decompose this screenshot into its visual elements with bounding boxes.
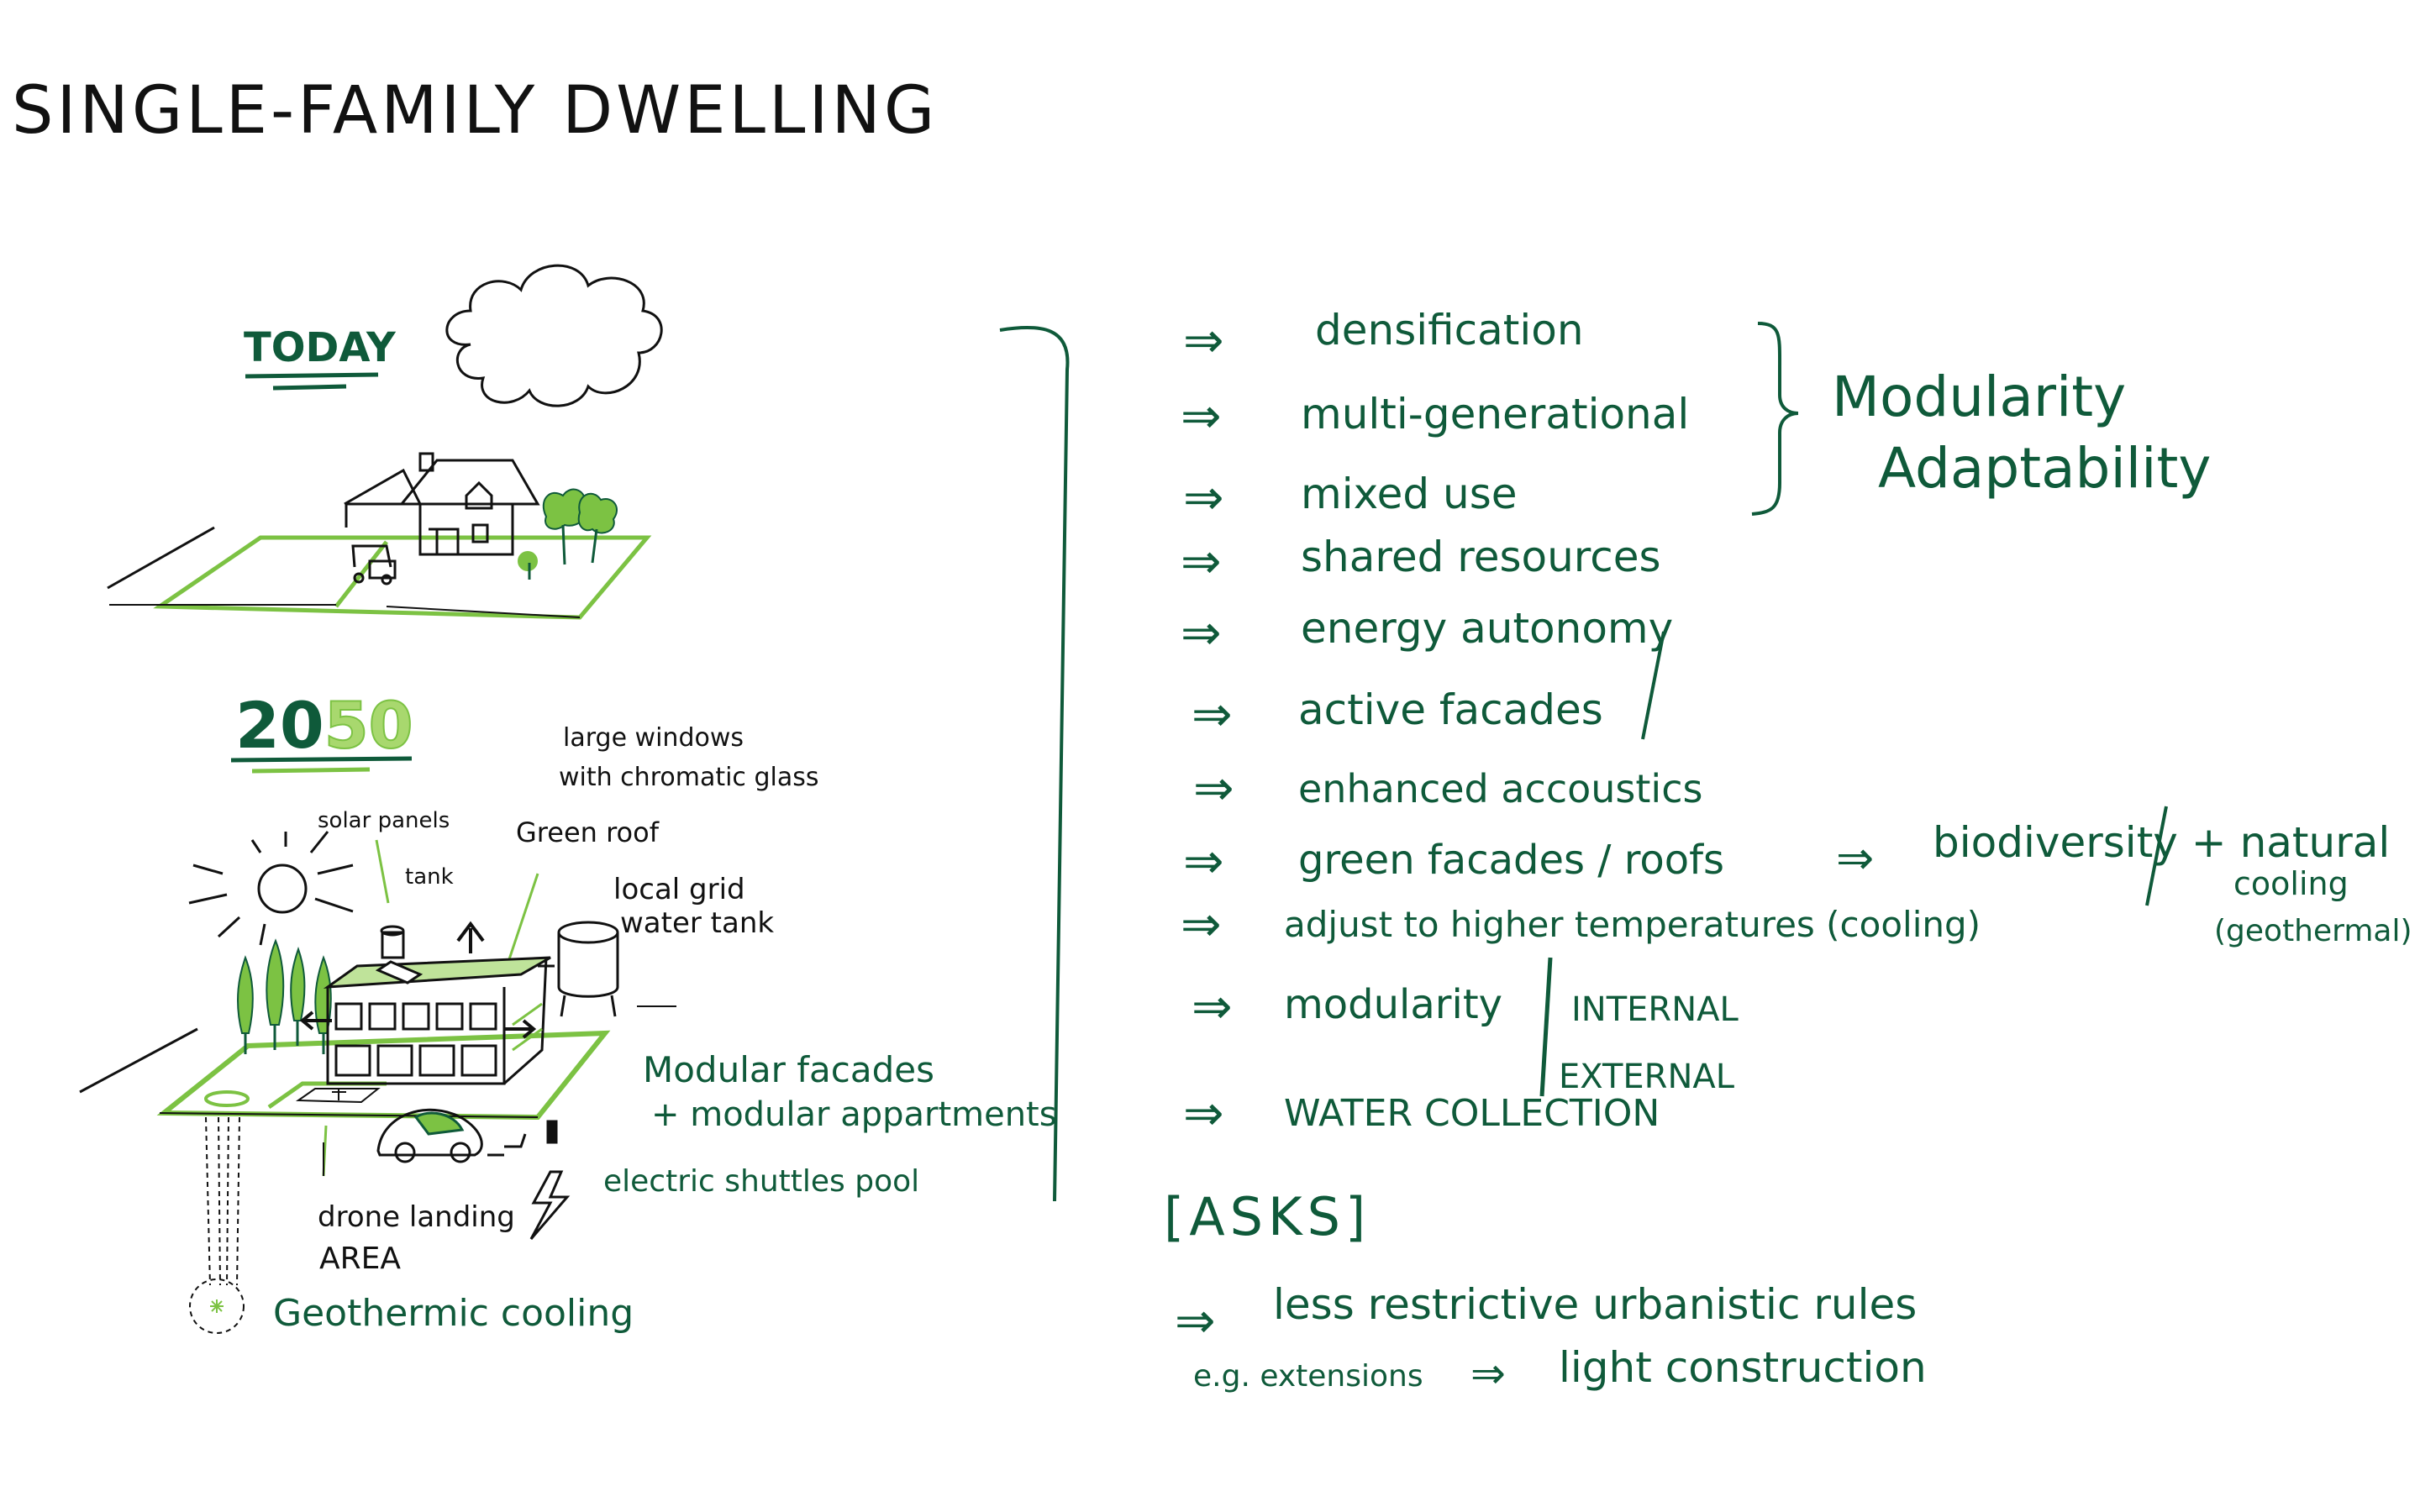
year-underline-1 [230, 756, 413, 763]
trend-item: ⇒ energy autonomy [1181, 604, 1673, 661]
label-modular-2: + modular appartments [651, 1095, 1057, 1134]
trend-arrow: ⇒ [1183, 832, 1224, 890]
trend-text: modularity [1284, 981, 1502, 1028]
trend-item: ⇒ active facades [1192, 685, 1603, 743]
page-title: SINGLE-FAMILY DWELLING [12, 73, 938, 149]
trend-text: energy autonomy [1301, 604, 1673, 653]
modularity-label: Modularity [1832, 365, 2126, 429]
trend-arrow: ⇒ [1181, 533, 1222, 590]
trend-arrow: ⇒ [1183, 469, 1224, 526]
today-section: TODAY [107, 264, 663, 620]
asks-arrow-1: ⇒ [1175, 1292, 1216, 1349]
label-modular-1: Modular facades [643, 1049, 934, 1090]
asks-item-1: less restrictive urbanistic rules [1273, 1280, 1917, 1329]
sketchnote-canvas: SINGLE-FAMILY DWELLING TODAY 2050 large … [12, 73, 2412, 1398]
cypress-trees-icon [237, 938, 332, 1054]
trend-text: green facades / roofs [1298, 837, 1724, 884]
asks-item-2-suffix: light construction [1559, 1343, 1927, 1392]
trend-item: ⇒ enhanced accoustics [1193, 759, 1702, 816]
trend-arrow: ⇒ [1193, 759, 1234, 816]
curly-brace [1751, 322, 1799, 516]
trend-item: ⇒ green facades / roofs [1183, 832, 1724, 890]
trend-arrow: ⇒ [1183, 1084, 1224, 1142]
year-part2: 50 [324, 688, 413, 763]
trend-item: ⇒ adjust to higher temperatures (cooling… [1181, 895, 1981, 953]
future-section: 2050 large windows with chromatic glass … [79, 687, 1057, 1335]
biodiversity-geothermal: (geothermal) [2214, 914, 2412, 948]
trend-arrow: ⇒ [1183, 312, 1224, 369]
drone-pad-icon [295, 1088, 381, 1176]
future-road-line [79, 1027, 198, 1094]
asks-arrow-2: ⇒ [1470, 1349, 1506, 1398]
trend-item: ⇒ multi-generational [1181, 387, 1689, 444]
label-drone-1: drone landing [318, 1200, 515, 1234]
asks-item-2-prefix: e.g. extensions [1193, 1359, 1423, 1394]
label-shuttles: electric shuttles pool [603, 1164, 919, 1199]
asks-label: [ASKS] [1164, 1186, 1370, 1247]
biodiversity-arrow: ⇒ [1836, 832, 1874, 885]
trend-text: shared resources [1301, 533, 1661, 581]
today-house-icon [344, 452, 540, 585]
geothermal-pipe-icon [189, 1090, 250, 1334]
today-underline-1 [245, 372, 379, 379]
sun-icon [188, 831, 354, 946]
label-large-windows-2: with chromatic glass [559, 763, 818, 792]
today-label: TODAY [244, 324, 397, 371]
trend-text: adjust to higher temperatures (cooling) [1284, 904, 1981, 945]
trend-text: active facades [1298, 685, 1603, 734]
label-local-grid-1: local grid [613, 873, 745, 906]
label-geothermic: Geothermic cooling [273, 1292, 634, 1335]
modularity-external: EXTERNAL [1559, 1058, 1735, 1096]
trend-arrow: ⇒ [1192, 978, 1233, 1035]
trend-arrow: ⇒ [1181, 604, 1222, 661]
trend-item: ⇒ densification [1183, 306, 1584, 369]
trend-arrow: ⇒ [1181, 895, 1222, 953]
trend-arrow: ⇒ [1192, 685, 1233, 743]
label-large-windows-1: large windows [563, 723, 744, 753]
trend-text: WATER COLLECTION [1284, 1092, 1660, 1135]
modularity-internal: INTERNAL [1571, 990, 1739, 1029]
year-underline-2 [251, 767, 371, 774]
trend-text: enhanced accoustics [1298, 766, 1702, 811]
trend-text: mixed use [1301, 470, 1518, 518]
label-solar-panels: solar panels [318, 808, 450, 833]
trend-item: ⇒ modularity [1192, 978, 1502, 1035]
modularity-divider [1539, 957, 1553, 1097]
trend-text: multi-generational [1301, 390, 1689, 438]
lightning-icon [529, 1170, 571, 1240]
adaptability-label: Adaptability [1878, 436, 2211, 501]
year-part1: 20 [235, 688, 324, 763]
trend-arrow: ⇒ [1181, 387, 1222, 444]
trend-text: densification [1315, 306, 1584, 354]
label-local-grid-2: water tank [620, 906, 774, 940]
biodiversity-cooling: cooling [2233, 865, 2349, 902]
label-green-roof: Green roof [516, 816, 660, 848]
today-underline-2 [272, 384, 347, 391]
trend-item: ⇒ shared resources [1181, 533, 1661, 590]
label-tank: tank [405, 864, 454, 890]
cloud-icon [445, 264, 663, 407]
label-drone-2: AREA [319, 1242, 401, 1276]
year-label: 2050 [235, 688, 413, 763]
section-bracket [999, 325, 1070, 1202]
trend-item: ⇒ mixed use [1183, 469, 1518, 526]
